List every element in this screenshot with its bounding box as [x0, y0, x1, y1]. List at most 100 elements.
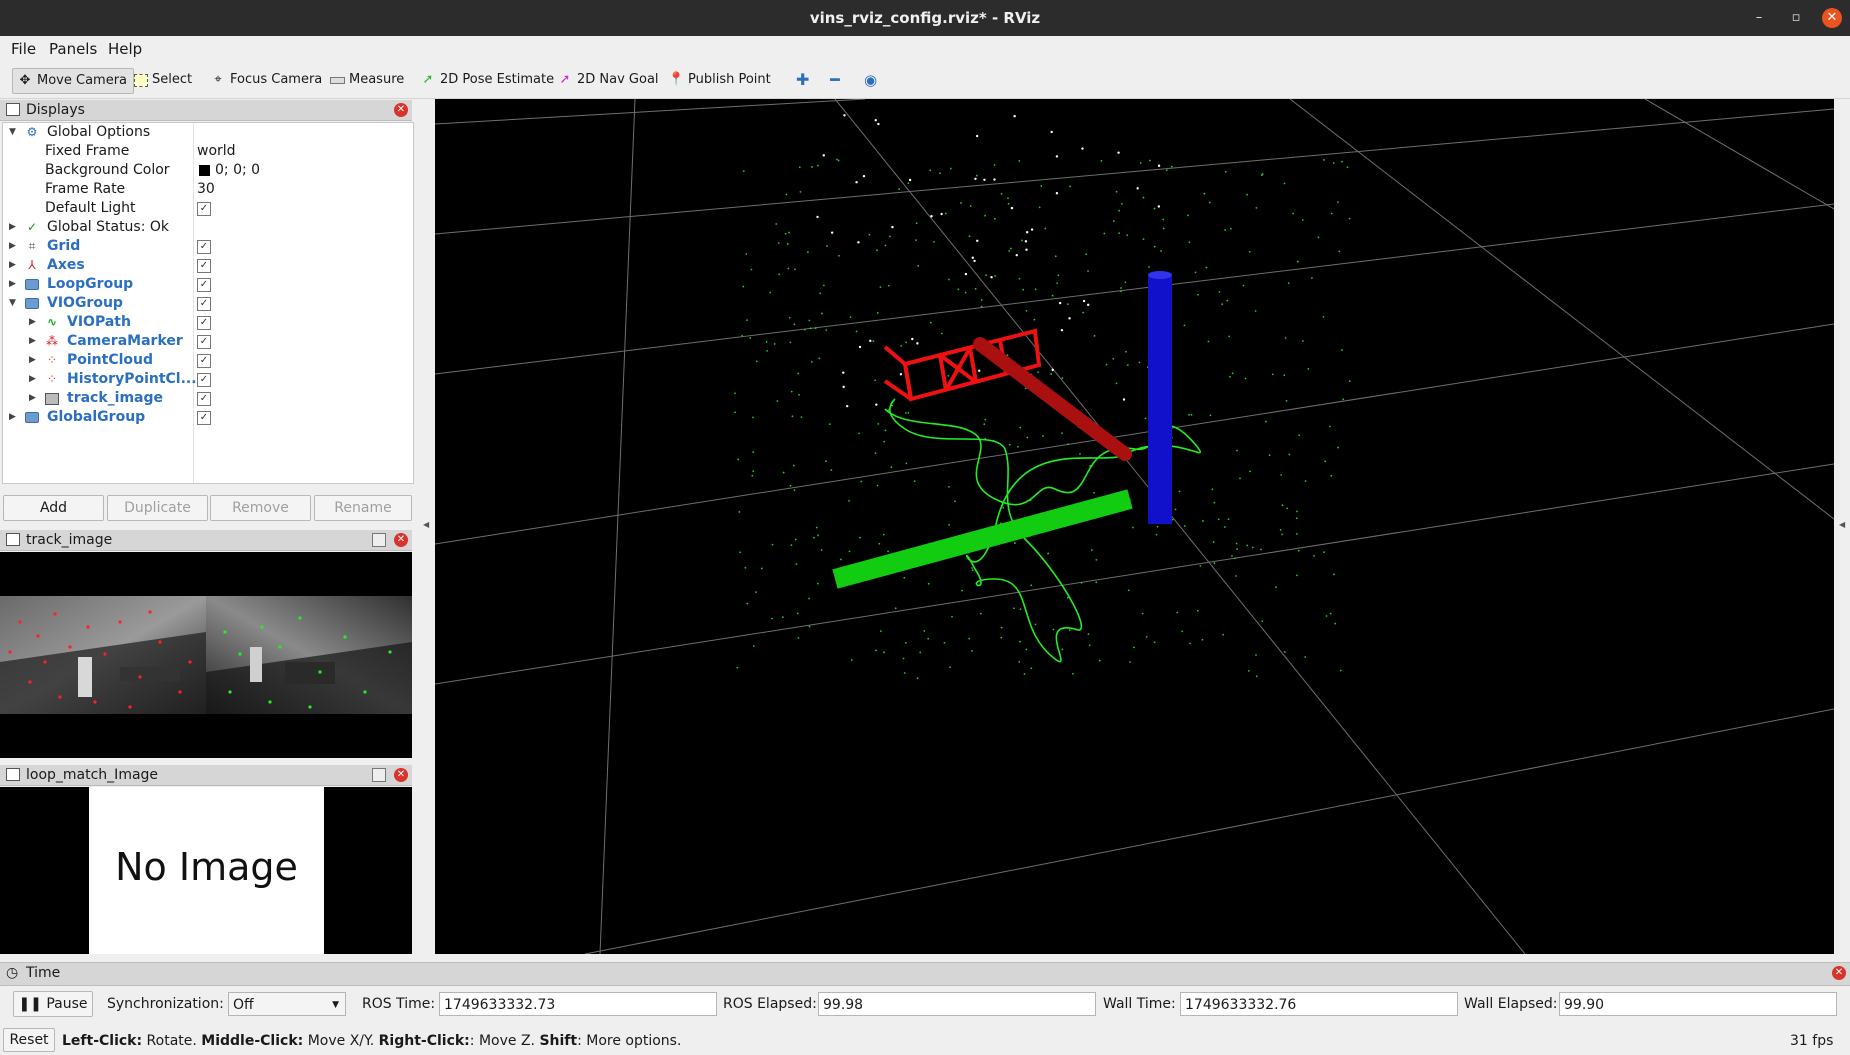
- cloud-point: [1142, 196, 1145, 199]
- tool-select[interactable]: Select: [134, 68, 192, 92]
- expand-arrow-icon[interactable]: ▶: [29, 313, 36, 332]
- tree-row-viopath[interactable]: ▶ ∿ VIOPath ✓: [3, 313, 413, 332]
- historypointcloud-checkbox[interactable]: ✓: [197, 373, 211, 387]
- loop-panel-title: loop_match_Image: [26, 767, 159, 783]
- cloud-point: [876, 312, 879, 314]
- expand-arrow-icon[interactable]: ▶: [9, 256, 16, 275]
- expand-arrow-icon[interactable]: ▼: [9, 123, 16, 142]
- cloud-point: [816, 215, 819, 219]
- add-tool-icon[interactable]: ✚: [796, 68, 809, 92]
- expand-arrow-icon[interactable]: ▶: [29, 351, 36, 370]
- close-icon[interactable]: ✕: [394, 103, 408, 117]
- pause-button[interactable]: ❚❚ Pause: [13, 991, 93, 1017]
- cloud-point: [1235, 542, 1238, 545]
- tree-row-track-image[interactable]: ▶ track_image ✓: [3, 389, 413, 408]
- tool-move-camera[interactable]: ✥ Move Camera: [12, 68, 134, 94]
- view-eye-icon[interactable]: ◉: [864, 68, 877, 92]
- track-image-checkbox[interactable]: ✓: [197, 392, 211, 406]
- duplicate-button[interactable]: Duplicate: [107, 495, 208, 521]
- menu-help[interactable]: Help: [108, 40, 142, 58]
- tree-row-grid[interactable]: ▶ ⌗ Grid ✓: [3, 237, 413, 256]
- tree-row-cameramarker[interactable]: ▶ ⁂ CameraMarker ✓: [3, 332, 413, 351]
- expand-arrow-icon[interactable]: ▶: [9, 237, 16, 256]
- expand-arrow-icon[interactable]: ▶: [29, 370, 36, 389]
- tree-row-loopgroup[interactable]: ▶ LoopGroup ✓: [3, 275, 413, 294]
- cameramarker-checkbox[interactable]: ✓: [197, 335, 211, 349]
- viopath-checkbox[interactable]: ✓: [197, 316, 211, 330]
- tree-row-viogroup[interactable]: ▼ VIOGroup ✓: [3, 294, 413, 313]
- expand-arrow-icon[interactable]: ▶: [9, 218, 16, 237]
- tree-row-globalgroup[interactable]: ▶ GlobalGroup ✓: [3, 408, 413, 427]
- splitter-arrow-icon[interactable]: ◀: [423, 520, 429, 529]
- loopgroup-checkbox[interactable]: ✓: [197, 278, 211, 292]
- wall-time-field[interactable]: 1749633332.76: [1180, 992, 1458, 1016]
- 3d-scene[interactable]: [435, 99, 1834, 954]
- cloud-point: [794, 268, 796, 271]
- cloud-point: [752, 470, 755, 473]
- tree-row-background-color[interactable]: Background Color 0; 0; 0: [3, 161, 413, 180]
- cloud-point: [944, 212, 947, 215]
- cloud-point: [993, 178, 996, 181]
- close-icon[interactable]: ✕: [394, 533, 408, 547]
- tree-row-frame-rate[interactable]: Frame Rate 30: [3, 180, 413, 199]
- remove-tool-icon[interactable]: ━: [830, 68, 840, 92]
- tool-2d-nav-goal[interactable]: ➚ 2D Nav Goal: [557, 68, 659, 92]
- tool-publish-point[interactable]: 📍 Publish Point: [668, 68, 771, 92]
- viogroup-checkbox[interactable]: ✓: [197, 297, 211, 311]
- sync-select[interactable]: Off ▼: [228, 992, 346, 1016]
- close-icon[interactable]: ✕: [394, 768, 408, 782]
- tree-row-historypointcloud[interactable]: ▶ ⁘ HistoryPointCl... ✓: [3, 370, 413, 389]
- cloud-point: [1155, 533, 1158, 536]
- cloud-point: [1246, 544, 1249, 547]
- maximize-button[interactable]: ▫: [1785, 8, 1807, 28]
- expand-arrow-icon[interactable]: ▶: [9, 408, 16, 427]
- tree-row-global-options[interactable]: ▼ ⚙ Global Options: [3, 123, 413, 142]
- cloud-point: [848, 500, 850, 502]
- ros-elapsed-field[interactable]: 99.98: [818, 992, 1096, 1016]
- tree-row-pointcloud[interactable]: ▶ ⁘ PointCloud ✓: [3, 351, 413, 370]
- ros-time-field[interactable]: 1749633332.73: [439, 992, 717, 1016]
- add-button[interactable]: Add: [3, 495, 104, 521]
- grid-checkbox[interactable]: ✓: [197, 240, 211, 254]
- menu-panels[interactable]: Panels: [49, 40, 97, 58]
- cloud-point: [1088, 644, 1091, 647]
- tool-label: Select: [152, 72, 193, 87]
- reset-button[interactable]: Reset: [3, 1028, 55, 1052]
- pointcloud-checkbox[interactable]: ✓: [197, 354, 211, 368]
- tool-focus-camera[interactable]: ⌖ Focus Camera: [210, 68, 322, 92]
- window-title: vins_rviz_config.rviz* - RViz: [809, 9, 1041, 27]
- rename-button[interactable]: Rename: [314, 495, 412, 521]
- tree-row-fixed-frame[interactable]: Fixed Frame world: [3, 142, 413, 161]
- minimize-button[interactable]: –: [1748, 8, 1770, 28]
- menu-file[interactable]: File: [11, 40, 36, 58]
- default-light-checkbox[interactable]: ✓: [197, 202, 211, 216]
- background-color-value[interactable]: 0; 0; 0: [215, 161, 260, 180]
- cloud-point: [752, 451, 755, 454]
- splitter-arrow-icon[interactable]: ◀: [1839, 520, 1845, 529]
- close-window-button[interactable]: ✕: [1822, 8, 1842, 28]
- fixed-frame-value[interactable]: world: [197, 142, 236, 161]
- tree-row-global-status[interactable]: ▶ ✓ Global Status: Ok: [3, 218, 413, 237]
- float-panel-icon[interactable]: [372, 768, 386, 782]
- remove-button[interactable]: Remove: [210, 495, 311, 521]
- expand-arrow-icon[interactable]: ▶: [29, 389, 36, 408]
- tree-row-axes[interactable]: ▶ ⅄ Axes ✓: [3, 256, 413, 275]
- expand-arrow-icon[interactable]: ▶: [9, 275, 16, 294]
- cloud-point: [877, 122, 880, 126]
- axes-checkbox[interactable]: ✓: [197, 259, 211, 273]
- cloud-point: [1124, 281, 1127, 284]
- 3d-render-view[interactable]: [435, 99, 1834, 954]
- expand-arrow-icon[interactable]: ▶: [29, 332, 36, 351]
- cloud-point: [1072, 672, 1074, 675]
- float-panel-icon[interactable]: [372, 533, 386, 547]
- cloud-point: [1337, 201, 1339, 204]
- wall-elapsed-field[interactable]: 99.90: [1559, 992, 1837, 1016]
- globalgroup-checkbox[interactable]: ✓: [197, 411, 211, 425]
- frame-rate-value[interactable]: 30: [197, 180, 215, 199]
- expand-arrow-icon[interactable]: ▼: [9, 294, 16, 313]
- tool-measure[interactable]: Measure: [330, 68, 404, 92]
- tree-row-default-light[interactable]: Default Light ✓: [3, 199, 413, 218]
- close-icon[interactable]: ✕: [1832, 966, 1846, 980]
- tool-2d-pose-estimate[interactable]: ➚ 2D Pose Estimate: [420, 68, 555, 92]
- cloud-point: [850, 659, 853, 661]
